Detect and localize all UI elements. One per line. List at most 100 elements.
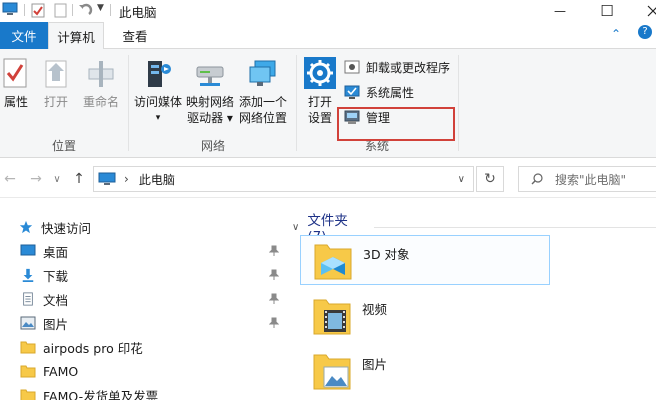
- address-dropdown-icon[interactable]: ∨: [458, 174, 465, 185]
- help-icon[interactable]: ?: [638, 25, 652, 39]
- minimize-button[interactable]: —: [537, 0, 583, 22]
- add-network-label-line2: 网络位置: [238, 111, 287, 125]
- chevron-down-icon[interactable]: ∨: [292, 222, 299, 233]
- address-field[interactable]: › 此电脑 ∨: [93, 166, 474, 192]
- group-divider: [296, 55, 297, 151]
- desktop-icon: [20, 244, 36, 256]
- qa-divider: [72, 4, 73, 16]
- nav-item-downloads[interactable]: 下载: [0, 263, 285, 287]
- uninstall-programs-item[interactable]: 卸载或更改程序: [344, 56, 450, 78]
- section-divider: [373, 226, 656, 228]
- forward-button[interactable]: →: [26, 160, 46, 198]
- nav-item-folder[interactable]: airpods pro 印花: [0, 335, 285, 359]
- folder-item-videos[interactable]: 视频: [300, 290, 550, 340]
- breadcrumb-separator[interactable]: ›: [124, 172, 129, 186]
- refresh-icon: ↻: [484, 171, 496, 187]
- undo-icon[interactable]: [77, 2, 93, 18]
- nav-label: airpods pro 印花: [43, 340, 143, 356]
- star-icon: [19, 220, 33, 234]
- nav-label: 快速访问: [41, 220, 92, 236]
- pictures-icon: [20, 316, 36, 330]
- manage-highlight-annotation: [337, 107, 455, 141]
- add-network-location-button[interactable]: 添加一个 网络位置: [236, 57, 290, 126]
- rename-icon: [88, 61, 114, 87]
- folder-item-3d-objects[interactable]: 3D 对象: [300, 235, 550, 285]
- tab-file[interactable]: 文件: [0, 22, 48, 49]
- nav-label: FAMO: [43, 363, 79, 379]
- maximize-button[interactable]: ☐: [584, 0, 630, 22]
- qa-dropdown-arrow[interactable]: ▼: [97, 3, 104, 13]
- folder-name: 视频: [362, 301, 388, 317]
- pictures-folder-icon: [313, 354, 351, 390]
- back-button[interactable]: ←: [0, 160, 20, 198]
- breadcrumb-this-pc[interactable]: 此电脑: [139, 171, 175, 188]
- nav-item-desktop[interactable]: 桌面: [0, 239, 285, 263]
- system-properties-item[interactable]: 系统属性: [344, 81, 414, 103]
- rename-button[interactable]: 重命名: [80, 57, 122, 110]
- open-label: 打开: [43, 95, 68, 109]
- tab-computer[interactable]: 计算机: [48, 22, 104, 50]
- new-folder-icon[interactable]: [54, 3, 67, 18]
- pin-icon[interactable]: [269, 245, 279, 257]
- nav-label: 图片: [43, 316, 69, 332]
- nav-item-pictures[interactable]: 图片: [0, 311, 285, 335]
- folder-icon: [20, 365, 36, 378]
- up-button[interactable]: ↑: [70, 160, 88, 198]
- uninstall-icon: [344, 60, 360, 74]
- media-server-icon: [148, 61, 171, 87]
- open-settings-button[interactable]: 打开 设置: [302, 57, 338, 126]
- qa-divider: [110, 4, 111, 16]
- document-icon: [23, 292, 33, 306]
- open-settings-line2: 设置: [307, 111, 332, 125]
- ribbon-tabs: 文件 计算机 查看 ⌃ ?: [0, 22, 656, 50]
- nav-label: 文档: [43, 292, 69, 308]
- computer-icon: [2, 2, 18, 15]
- nav-item-documents[interactable]: 文档: [0, 287, 285, 311]
- folder-name: 图片: [362, 356, 388, 372]
- open-button[interactable]: 打开: [40, 57, 72, 110]
- add-network-label-line1: 添加一个: [238, 95, 287, 109]
- open-arrow-icon: [45, 60, 67, 88]
- properties-button[interactable]: 属性: [2, 57, 30, 110]
- title-bar: ▼ 此电脑 — ☐: [0, 0, 656, 22]
- tab-view[interactable]: 查看: [112, 22, 158, 49]
- recent-locations-button[interactable]: ∨: [50, 160, 64, 198]
- group-divider: [128, 55, 129, 151]
- search-icon: [531, 173, 543, 185]
- 3d-objects-folder-icon: [314, 244, 352, 280]
- map-drive-label-line2: 驱动器 ▾: [187, 111, 233, 125]
- map-drive-icon: [196, 66, 224, 86]
- close-icon: [647, 5, 656, 17]
- navigation-pane: 快速访问 桌面 下载 文档 图片 airpods pro 印花 FAMO FAM…: [0, 200, 286, 400]
- rename-label: 重命名: [82, 95, 119, 109]
- group-label-network: 网络: [200, 139, 225, 153]
- properties-icon[interactable]: [31, 3, 45, 18]
- access-media-dropdown-icon: ▾: [155, 113, 161, 123]
- pin-icon[interactable]: [269, 293, 279, 305]
- forward-arrow-icon: →: [30, 171, 42, 187]
- pin-icon[interactable]: [269, 317, 279, 329]
- search-input[interactable]: 搜索"此电脑": [518, 166, 656, 192]
- chevron-down-icon: ∨: [53, 173, 61, 185]
- folder-item-pictures[interactable]: 图片: [300, 345, 550, 395]
- properties-label: 属性: [3, 95, 28, 109]
- pin-icon[interactable]: [269, 269, 279, 281]
- map-drive-label-line1: 映射网络: [185, 95, 234, 109]
- properties-check-icon: [3, 58, 27, 88]
- nav-item-quick-access[interactable]: 快速访问: [0, 215, 285, 239]
- videos-folder-icon: [313, 299, 351, 335]
- group-label-location: 位置: [51, 139, 76, 153]
- folder-icon: [20, 341, 36, 354]
- nav-item-folder[interactable]: FAMO: [0, 359, 285, 383]
- map-network-drive-button[interactable]: 映射网络 驱动器 ▾: [184, 57, 236, 126]
- nav-item-folder[interactable]: FAMO-发货单及发票: [0, 383, 285, 400]
- open-settings-line1: 打开: [307, 95, 332, 109]
- maximize-icon: ☐: [600, 2, 614, 20]
- refresh-button[interactable]: ↻: [476, 166, 504, 192]
- search-placeholder: 搜索"此电脑": [555, 172, 627, 187]
- close-button[interactable]: [630, 0, 656, 22]
- access-media-button[interactable]: 访问媒体 ▾: [132, 57, 184, 126]
- nav-label: 桌面: [43, 244, 69, 260]
- download-icon: [22, 268, 34, 282]
- collapse-ribbon-icon[interactable]: ⌃: [611, 27, 621, 41]
